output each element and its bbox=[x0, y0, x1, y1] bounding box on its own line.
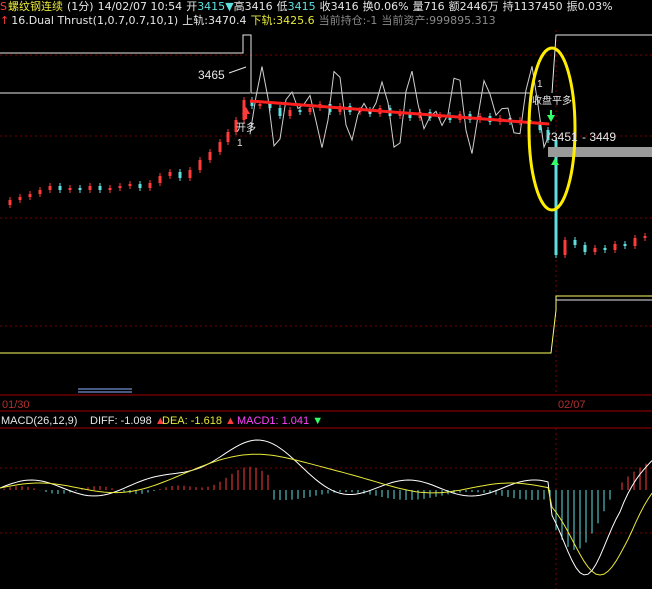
candle-body bbox=[226, 132, 230, 142]
scroll-handle[interactable] bbox=[78, 388, 132, 393]
candle-body bbox=[208, 152, 212, 160]
down-arrow-icon: ▼ bbox=[312, 415, 323, 427]
candle-body bbox=[288, 110, 292, 116]
price-label-3465: 3465 bbox=[198, 68, 225, 82]
candle-body bbox=[58, 186, 62, 190]
candle-body bbox=[298, 110, 302, 112]
candle-body bbox=[643, 236, 647, 238]
candle-body bbox=[603, 248, 607, 250]
band-lines bbox=[0, 34, 652, 354]
candle-body bbox=[168, 172, 172, 176]
candle-body bbox=[623, 244, 627, 246]
open-long-label: 开多 bbox=[236, 121, 256, 134]
candle-body bbox=[38, 190, 42, 194]
open-long-qty: 1 bbox=[237, 138, 243, 149]
price-label-connector bbox=[228, 66, 247, 74]
up-arrow-icon bbox=[551, 158, 559, 165]
dea-value: -1.618 bbox=[191, 415, 222, 427]
macd1-value: 1.041 bbox=[282, 415, 310, 427]
candle-body bbox=[128, 184, 132, 186]
candle-body bbox=[28, 194, 32, 197]
date-tick-left: 01/30 bbox=[2, 399, 30, 411]
date-tick-right: 02/07 bbox=[558, 399, 586, 411]
price-label-3449: - 3449 bbox=[582, 130, 616, 144]
candle-body bbox=[18, 197, 22, 200]
price-label-3451: 3451 bbox=[551, 130, 578, 144]
candle-body bbox=[563, 240, 567, 255]
candle-body bbox=[98, 186, 102, 190]
candle-body bbox=[258, 104, 262, 106]
macd1-label: MACD1: bbox=[237, 415, 279, 427]
candle-body bbox=[613, 244, 617, 250]
dea-line bbox=[0, 453, 652, 576]
up-arrow-icon: ▲ bbox=[225, 415, 236, 427]
trend-line bbox=[249, 99, 550, 126]
down-arrow-icon bbox=[547, 115, 555, 122]
candle-body bbox=[583, 245, 587, 252]
candle-body bbox=[198, 160, 202, 170]
candle-body bbox=[188, 170, 192, 178]
macd-histogram bbox=[3, 463, 647, 550]
candle-body bbox=[48, 186, 52, 190]
lower-band-line bbox=[0, 295, 652, 354]
close-long-label: 收盘平多 bbox=[532, 94, 572, 107]
diff-label: DIFF: bbox=[90, 415, 118, 427]
diff-value: -1.098 bbox=[121, 415, 152, 427]
close-long-signal bbox=[547, 110, 555, 122]
grid bbox=[0, 30, 652, 589]
candle-body bbox=[593, 248, 597, 252]
candle-body bbox=[573, 240, 577, 245]
macd-header: MACD(26,12,9) DIFF: -1.098 ▲ DEA: -1.618… bbox=[1, 415, 323, 427]
candle-body bbox=[148, 183, 152, 188]
candle-body bbox=[138, 184, 142, 188]
candle-body bbox=[8, 200, 12, 205]
dea-label: DEA: bbox=[162, 415, 188, 427]
macd-title: MACD(26,12,9) bbox=[1, 415, 77, 427]
candle-body bbox=[118, 186, 122, 188]
candle-body bbox=[78, 188, 82, 190]
highlight-circle bbox=[527, 46, 577, 212]
candle-body bbox=[158, 176, 162, 183]
candle-body bbox=[178, 172, 182, 178]
candle-body bbox=[218, 142, 222, 152]
price-chart[interactable]: 3465 开多 1 1 收盘平多 3451 - 3449 01/30 02/07… bbox=[0, 0, 652, 589]
diff-line bbox=[0, 439, 652, 576]
candle-body bbox=[108, 188, 112, 190]
candle-body bbox=[88, 186, 92, 190]
candle-body bbox=[278, 108, 282, 116]
candle-body bbox=[633, 238, 637, 246]
entry-signal-2 bbox=[551, 158, 559, 165]
candle-body bbox=[554, 140, 558, 255]
candle-body bbox=[68, 188, 72, 190]
candle-body bbox=[308, 108, 312, 112]
close-qty-label: 1 bbox=[537, 79, 543, 90]
price-marker-bar bbox=[548, 147, 652, 157]
